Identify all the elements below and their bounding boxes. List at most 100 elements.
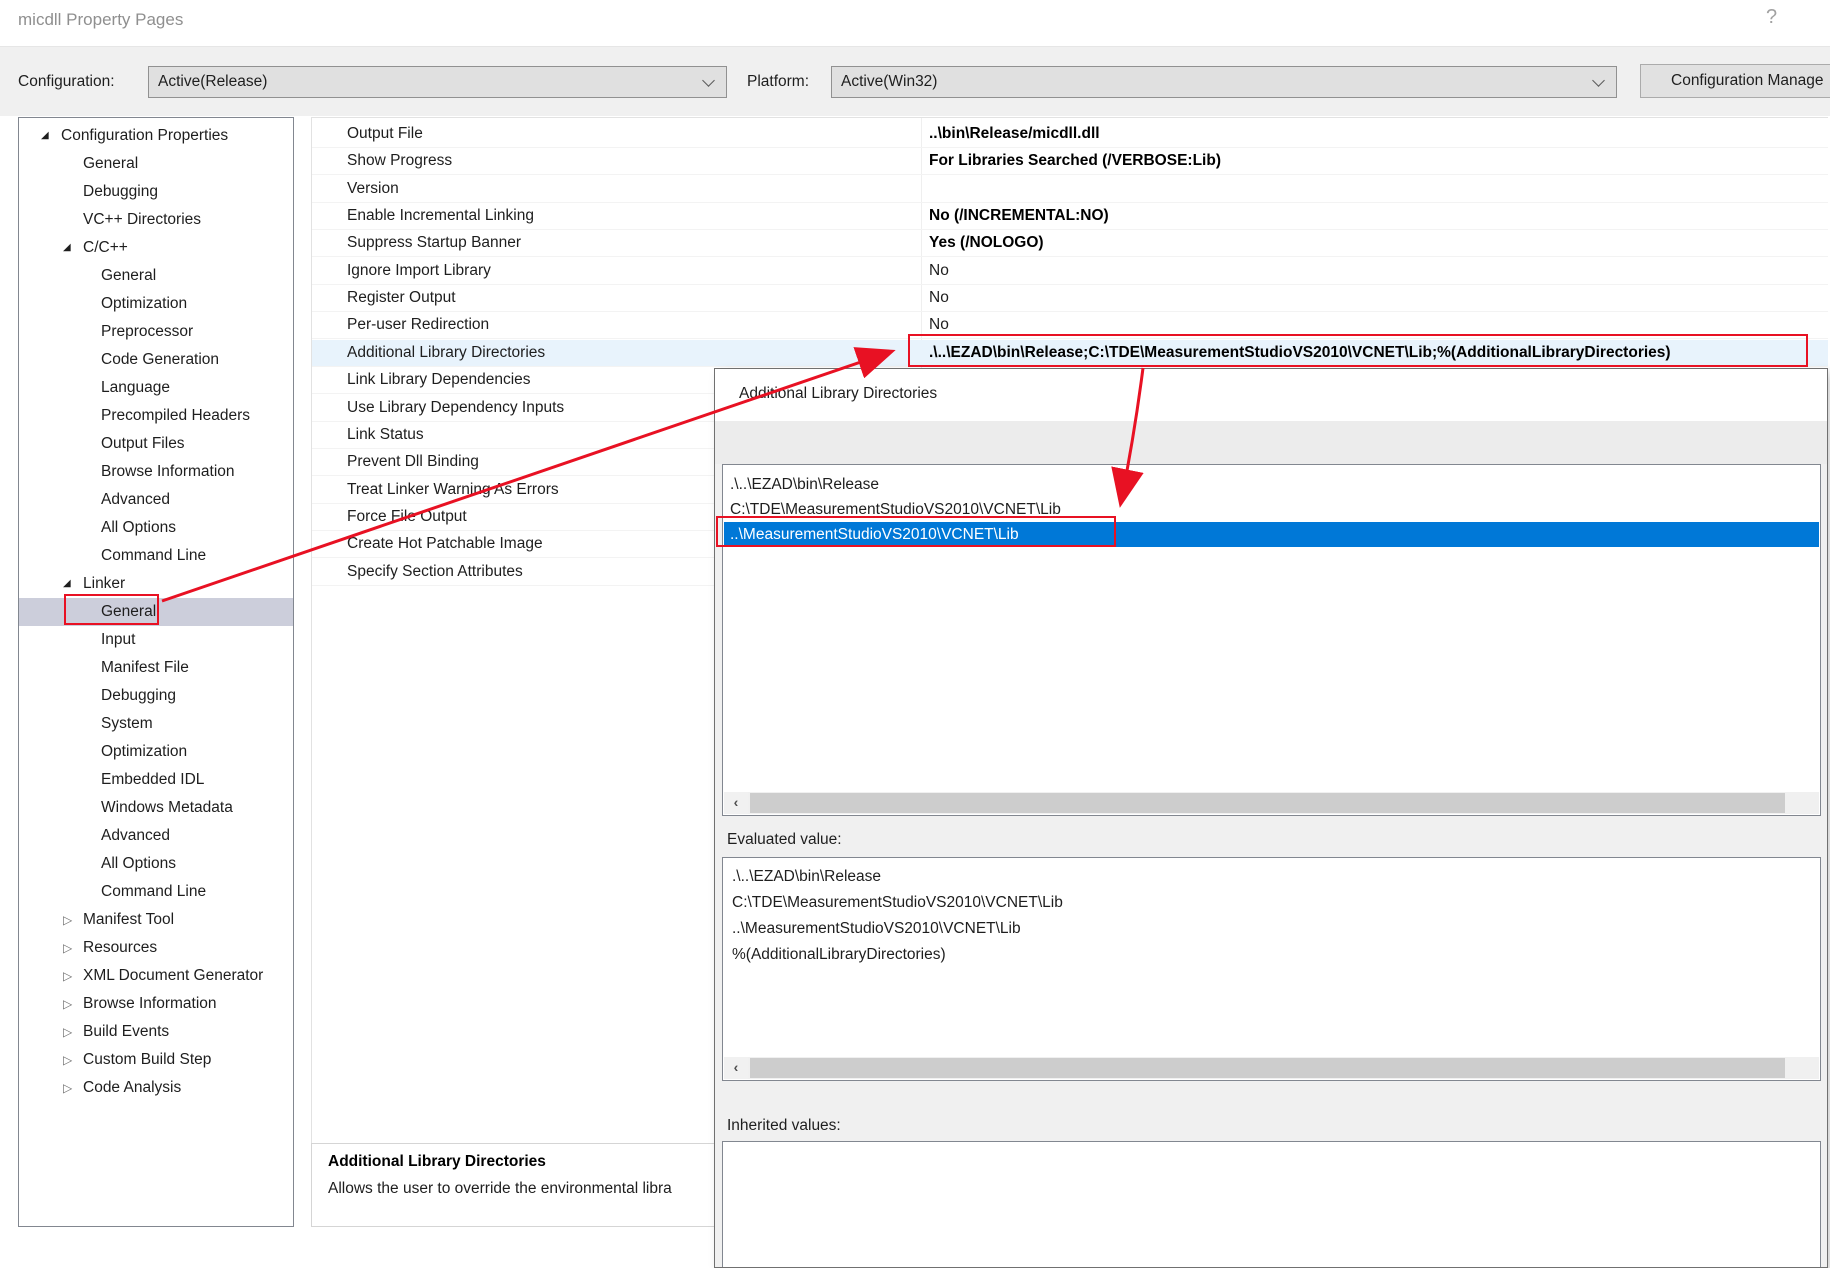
tree-item-precompiled-headers[interactable]: Precompiled Headers (19, 402, 293, 430)
property-value[interactable]: No (929, 289, 949, 307)
tree-item-preprocessor[interactable]: Preprocessor (19, 318, 293, 346)
tree-item-label: Optimization (101, 290, 187, 318)
tree-item-label: Resources (83, 934, 157, 962)
property-value[interactable]: No (/INCREMENTAL:NO) (929, 207, 1109, 225)
expander-open-icon[interactable]: ◢ (63, 234, 71, 262)
tree-item-label: Configuration Properties (61, 122, 228, 150)
tree-item-vc-directories[interactable]: VC++ Directories (19, 206, 293, 234)
chevron-down-icon[interactable] (1592, 74, 1605, 87)
tree-item-browse-information[interactable]: Browse Information (19, 458, 293, 486)
property-label: Show Progress (347, 152, 452, 170)
tree-item-general[interactable]: General (19, 598, 293, 626)
tree-item-command-line[interactable]: Command Line (19, 878, 293, 906)
tree-item-label: Advanced (101, 822, 170, 850)
grid-row-suppress-startup-banner[interactable]: Suppress Startup BannerYes (/NOLOGO) (312, 230, 1828, 257)
property-label: Use Library Dependency Inputs (347, 399, 564, 417)
tree-item-label: Embedded IDL (101, 766, 204, 794)
expander-collapsed-icon[interactable]: ▷ (63, 962, 72, 990)
tree-item-browse-information[interactable]: ▷ Browse Information (19, 990, 293, 1018)
property-value[interactable]: No (929, 262, 949, 280)
tree-item-manifest-tool[interactable]: ▷Manifest Tool (19, 906, 293, 934)
evaluated-value-box[interactable]: .\..\EZAD\bin\ReleaseC:\TDE\MeasurementS… (722, 857, 1821, 1081)
configuration-manager-button[interactable]: Configuration Manage (1640, 64, 1830, 98)
expander-collapsed-icon[interactable]: ▷ (63, 1046, 72, 1074)
scroll-left-icon[interactable]: ‹ (724, 792, 748, 814)
platform-dropdown-value: Active(Win32) (841, 73, 937, 91)
tree-item-optimization[interactable]: Optimization (19, 738, 293, 766)
tree-item-optimization[interactable]: Optimization (19, 290, 293, 318)
expander-open-icon[interactable]: ◢ (63, 570, 71, 598)
tree-item-xml-document-generator[interactable]: ▷ XML Document Generator (19, 962, 293, 990)
tree-item-command-line[interactable]: Command Line (19, 542, 293, 570)
tree-item-label: Command Line (101, 542, 206, 570)
property-value[interactable]: Yes (/NOLOGO) (929, 234, 1044, 252)
tree-item-configuration-properties[interactable]: ◢ Configuration Properties (19, 122, 293, 150)
tree-item-code-generation[interactable]: Code Generation (19, 346, 293, 374)
grid-row-ignore-import-library[interactable]: Ignore Import LibraryNo (312, 258, 1828, 285)
tree-item-label: C/C++ (83, 234, 128, 262)
expander-collapsed-icon[interactable]: ▷ (63, 990, 72, 1018)
scrollbar-thumb[interactable] (750, 1058, 1785, 1078)
tree-item-label: XML Document Generator (83, 962, 263, 990)
property-value[interactable]: .\..\EZAD\bin\Release;C:\TDE\Measurement… (929, 344, 1671, 362)
expander-collapsed-icon[interactable]: ▷ (63, 1018, 72, 1046)
tree-item-custom-build-step[interactable]: ▷Custom Build Step (19, 1046, 293, 1074)
tree-item-build-events[interactable]: ▷Build Events (19, 1018, 293, 1046)
directory-list-item[interactable]: .\..\EZAD\bin\Release (724, 472, 1819, 497)
tree-item-all-options[interactable]: All Options (19, 514, 293, 542)
tree-item-debugging[interactable]: Debugging (19, 178, 293, 206)
tree-item-debugging[interactable]: Debugging (19, 682, 293, 710)
grid-row-per-user-redirection[interactable]: Per-user RedirectionNo (312, 312, 1828, 339)
grid-row-version[interactable]: Version (312, 176, 1828, 203)
grid-row-show-progress[interactable]: Show Progress For Libraries Searched (/VE… (312, 148, 1828, 175)
grid-row-output-file[interactable]: Output File..\bin\Release/micdll.dll (312, 121, 1828, 148)
tree-item-general[interactable]: General (19, 150, 293, 178)
scroll-left-icon[interactable]: ‹ (724, 1057, 748, 1079)
tree-item-embedded-idl[interactable]: Embedded IDL (19, 766, 293, 794)
tree-item-windows-metadata[interactable]: Windows Metadata (19, 794, 293, 822)
evaluated-value-label: Evaluated value: (727, 831, 842, 849)
expander-collapsed-icon[interactable]: ▷ (63, 934, 72, 962)
tree-item-advanced[interactable]: Advanced (19, 822, 293, 850)
tree-item-manifest-file[interactable]: Manifest File (19, 654, 293, 682)
evaluated-line: C:\TDE\MeasurementStudioVS2010\VCNET\Lib (732, 890, 1063, 916)
grid-row-enable-incremental-linking[interactable]: Enable Incremental LinkingNo (/INCREMENT… (312, 203, 1828, 230)
grid-row-additional-library-directories[interactable]: Additional Library Directories.\..\EZAD\… (312, 340, 1828, 367)
tree-item-general[interactable]: General (19, 262, 293, 290)
tree-item-c-c[interactable]: ◢ C/C++ (19, 234, 293, 262)
tree-item-label: Preprocessor (101, 318, 193, 346)
tree-item-code-analysis[interactable]: ▷Code Analysis (19, 1074, 293, 1102)
tree-item-advanced[interactable]: Advanced (19, 486, 293, 514)
directory-list-item[interactable]: C:\TDE\MeasurementStudioVS2010\VCNET\Lib (724, 497, 1819, 522)
list-horizontal-scrollbar[interactable]: ‹ (724, 792, 1819, 814)
evaluated-horizontal-scrollbar[interactable]: ‹ (724, 1057, 1819, 1079)
chevron-down-icon[interactable] (702, 74, 715, 87)
tree-item-resources[interactable]: ▷ Resources (19, 934, 293, 962)
tree-item-system[interactable]: System (19, 710, 293, 738)
expander-collapsed-icon[interactable]: ▷ (63, 906, 72, 934)
tree-item-label: Precompiled Headers (101, 402, 250, 430)
configuration-dropdown[interactable]: Active(Release) (148, 66, 727, 98)
directory-list-item[interactable]: ..\MeasurementStudioVS2010\VCNET\Lib (724, 522, 1819, 547)
property-label: Treat Linker Warning As Errors (347, 481, 559, 499)
directories-list[interactable]: ‹ .\..\EZAD\bin\ReleaseC:\TDE\Measuremen… (722, 464, 1821, 816)
tree-item-linker[interactable]: ◢Linker (19, 570, 293, 598)
property-value[interactable]: ..\bin\Release/micdll.dll (929, 125, 1100, 143)
tree-item-all-options[interactable]: All Options (19, 850, 293, 878)
evaluated-line: %(AdditionalLibraryDirectories) (732, 942, 1063, 968)
tree-item-language[interactable]: Language (19, 374, 293, 402)
platform-dropdown[interactable]: Active(Win32) (831, 66, 1617, 98)
tree-item-label: Browse Information (83, 990, 217, 1018)
help-icon[interactable]: ? (1766, 6, 1777, 29)
property-value[interactable]: For Libraries Searched (/VERBOSE:Lib) (929, 152, 1221, 170)
expander-collapsed-icon[interactable]: ▷ (63, 1074, 72, 1102)
expander-open-icon[interactable]: ◢ (41, 122, 49, 150)
tree-item-output-files[interactable]: Output Files (19, 430, 293, 458)
tree-item-label: Manifest File (101, 654, 189, 682)
grid-row-register-output[interactable]: Register OutputNo (312, 285, 1828, 312)
inherited-values-box[interactable] (722, 1141, 1821, 1268)
scrollbar-thumb[interactable] (750, 793, 1785, 813)
property-value[interactable]: No (929, 316, 949, 334)
tree-item-input[interactable]: Input (19, 626, 293, 654)
evaluated-line: .\..\EZAD\bin\Release (732, 864, 1063, 890)
